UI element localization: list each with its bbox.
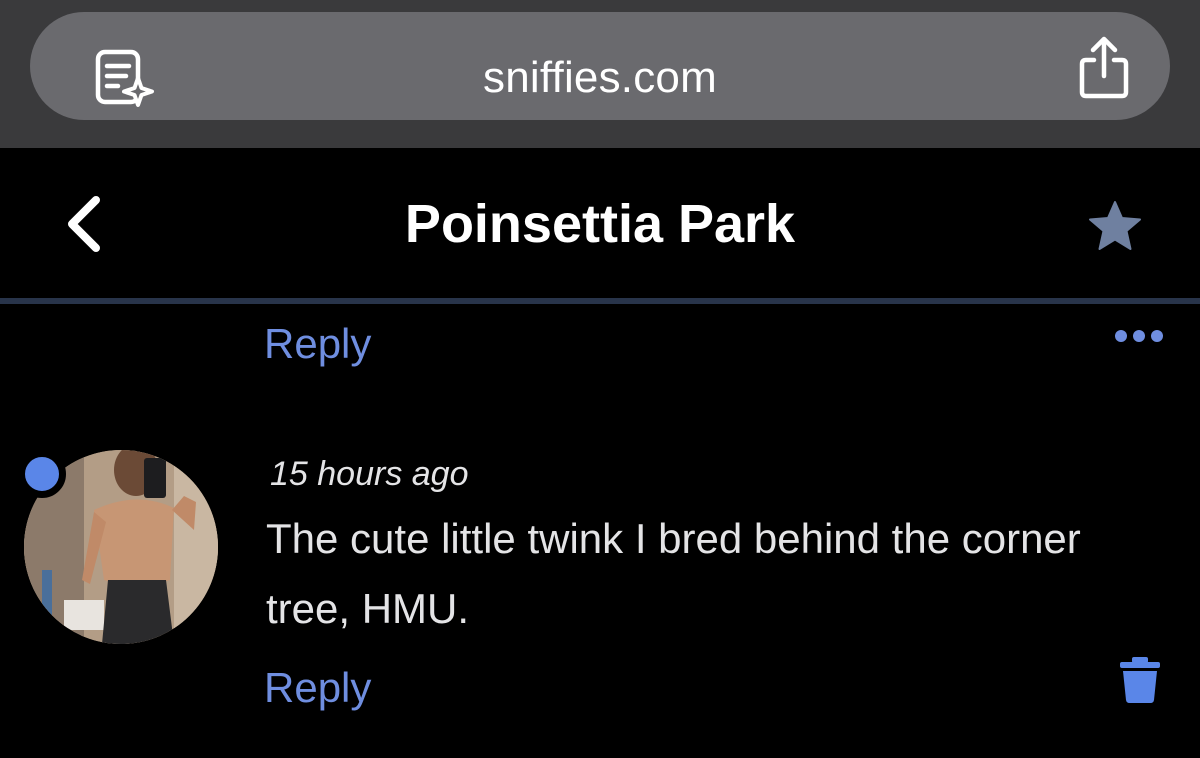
comment-item: 15 hours ago The cute little twink I bre… [0,440,1200,758]
reply-link[interactable]: Reply [264,318,371,370]
star-icon[interactable] [1088,200,1142,252]
app-screen: sniffies.com Poinsettia Park Reply 15 ho… [0,0,1200,758]
browser-toolbar: sniffies.com [0,0,1200,148]
header-divider [0,298,1200,304]
comment-timestamp: 15 hours ago [270,455,469,493]
page-title: Poinsettia Park [404,194,796,254]
online-status-dot [18,450,66,498]
ellipsis-icon[interactable] [1114,326,1164,346]
chat-header: Poinsettia Park [0,148,1200,298]
address-bar[interactable]: sniffies.com [30,12,1170,120]
comment-text: The cute little twink I bred behind the … [266,515,1081,632]
url-text[interactable]: sniffies.com [30,50,1170,106]
trash-icon[interactable] [1118,656,1162,704]
reply-link[interactable]: Reply [264,662,371,714]
share-icon[interactable] [1076,36,1132,100]
